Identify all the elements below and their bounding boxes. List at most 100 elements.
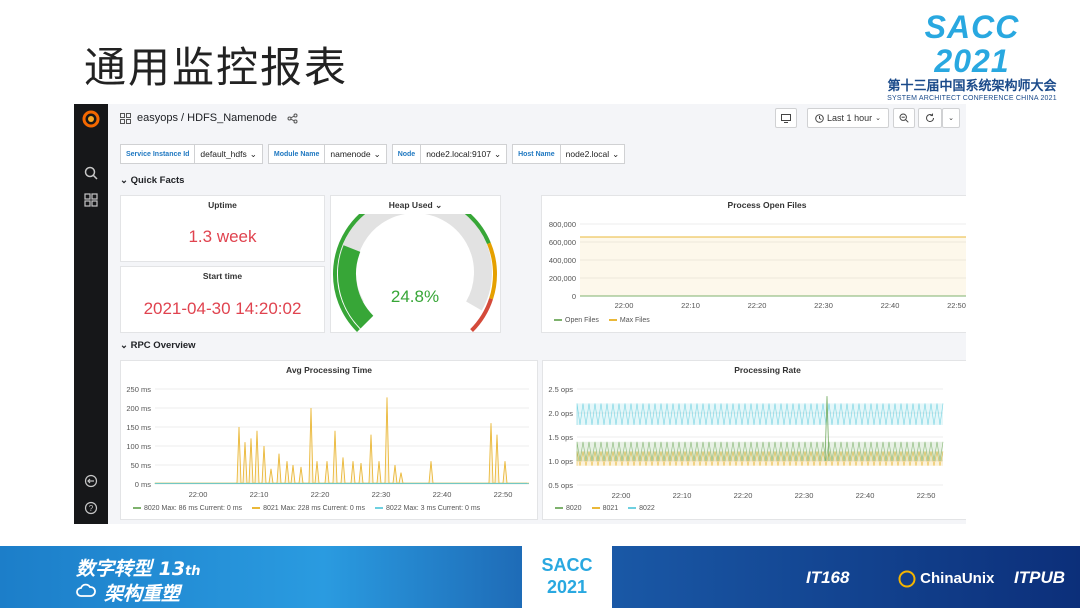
legend-item[interactable]: Max Files <box>608 317 650 324</box>
panel-title: Process Open Files <box>727 200 807 210</box>
variable-host-name[interactable]: Host Name node2.local ⌄ <box>512 144 626 164</box>
sponsor-chinaunix: ChinaUnix <box>898 570 994 588</box>
grafana-main: easyops / HDFS_Namenode Last 1 hour ⌄ ⌄ … <box>108 104 966 524</box>
row-quick-facts[interactable]: ⌄ Quick Facts <box>120 175 184 186</box>
legend-label: Open Files <box>565 317 599 324</box>
time-range-picker[interactable]: Last 1 hour ⌄ <box>807 108 889 128</box>
sponsor-it168: IT168 <box>806 568 850 587</box>
template-variables: Service Instance Id default_hdfs ⌄ Module… <box>120 144 630 164</box>
monitor-icon <box>781 113 791 123</box>
y-tick-label: 0.5 ops <box>548 481 573 490</box>
y-tick-label: 100 ms <box>126 442 151 451</box>
chevron-down-icon: ⌄ <box>948 115 954 122</box>
legend-label: 8022 <box>639 505 655 512</box>
legend-item[interactable]: 8021 Max: 228 ms Current: 0 ms <box>252 505 365 512</box>
panel-heap-used[interactable]: Heap Used ⌄ 24.8% <box>330 195 501 333</box>
sign-in-icon[interactable] <box>83 474 99 490</box>
legend-item[interactable]: 8022 Max: 3 ms Current: 0 ms <box>375 505 480 512</box>
chevron-down-icon: ⌄ <box>120 175 128 186</box>
panel-title: Uptime <box>208 200 237 210</box>
chinaunix-logo-icon <box>898 570 916 588</box>
grafana-logo-icon[interactable] <box>81 109 101 129</box>
open-files-legend: Open Files Max Files <box>554 317 650 324</box>
dashboard-grid-icon <box>120 112 131 124</box>
row-rpc-overview[interactable]: ⌄ RPC Overview <box>120 340 196 351</box>
legend-label: Max Files <box>619 317 650 324</box>
x-tick-label: 22:10 <box>673 491 692 500</box>
cloud-icon <box>76 583 96 597</box>
x-tick-label: 22:50 <box>917 491 936 500</box>
refresh-interval-dropdown[interactable]: ⌄ <box>942 108 960 128</box>
tv-mode-button[interactable] <box>775 108 797 128</box>
panel-processing-rate[interactable]: Processing Rate 2.5 ops 2.0 ops 1.5 ops 1.0… <box>542 360 966 520</box>
dashboards-icon[interactable] <box>83 193 99 209</box>
zoom-out-button[interactable] <box>893 108 915 128</box>
x-tick-label: 22:00 <box>615 301 634 310</box>
refresh-icon <box>926 113 935 123</box>
x-tick-label: 22:30 <box>814 301 833 310</box>
y-tick-label: 50 ms <box>131 461 152 470</box>
variable-select[interactable]: default_hdfs ⌄ <box>195 144 263 164</box>
sponsor-chinaunix-text: ChinaUnix <box>920 570 995 587</box>
variable-label: Module Name <box>267 144 326 164</box>
x-tick-label: 22:20 <box>311 490 330 499</box>
sacc-logo-line-1: SACC <box>541 555 593 575</box>
panel-uptime[interactable]: Uptime 1.3 week <box>120 195 325 262</box>
legend-label: 8020 <box>144 505 160 512</box>
y-tick-label: 2.5 ops <box>548 385 573 394</box>
panel-title-text: Heap Used <box>388 200 433 210</box>
variable-node[interactable]: Node node2.local:9107 ⌄ <box>391 144 508 164</box>
panel-avg-processing[interactable]: Avg Processing Time 250 ms 200 ms 150 ms 10… <box>120 360 538 520</box>
x-tick-label: 22:50 <box>947 301 966 310</box>
x-tick-label: 22:20 <box>734 491 753 500</box>
variable-select[interactable]: node2.local ⌄ <box>560 144 626 164</box>
variable-service-instance[interactable]: Service Instance Id default_hdfs ⌄ <box>120 144 263 164</box>
legend-stats: Max: 3 ms Current: 0 ms <box>403 505 481 512</box>
legend-stats: Max: 228 ms Current: 0 ms <box>280 505 366 512</box>
variable-module-name[interactable]: Module Name namenode ⌄ <box>267 144 387 164</box>
x-tick-label: 22:00 <box>189 490 208 499</box>
breadcrumb[interactable]: easyops / HDFS_Namenode <box>120 112 298 124</box>
variable-value: namenode <box>330 149 371 159</box>
legend-item[interactable]: 8022 <box>628 505 655 512</box>
x-tick-label: 22:00 <box>612 491 631 500</box>
variable-value: node2.local:9107 <box>426 149 491 159</box>
chevron-down-icon: ⌄ <box>493 148 502 159</box>
processing-rate-legend: 8020 8021 8022 <box>555 505 655 512</box>
breadcrumb-text[interactable]: easyops / HDFS_Namenode <box>137 112 277 124</box>
y-tick-label: 1.0 ops <box>548 457 573 466</box>
panel-title: Heap Used ⌄ <box>331 200 500 211</box>
legend-item[interactable]: 8020 Max: 86 ms Current: 0 ms <box>133 505 242 512</box>
refresh-button[interactable] <box>918 108 942 128</box>
x-tick-label: 22:40 <box>881 301 900 310</box>
logo-subtitle-cn: 第十三届中国系统架构师大会 <box>887 78 1057 93</box>
time-range-label: Last 1 hour <box>827 113 873 123</box>
y-tick-label: 800,000 <box>549 220 576 229</box>
variable-select[interactable]: node2.local:9107 ⌄ <box>421 144 508 164</box>
zoom-out-icon <box>899 113 909 123</box>
search-icon[interactable] <box>83 166 99 182</box>
stat-value: 1.3 week <box>188 227 257 246</box>
banner-slogan-1: 数字转型 13th <box>76 554 201 581</box>
x-tick-label: 22:50 <box>494 490 513 499</box>
legend-stats: Max: 86 ms Current: 0 ms <box>161 505 243 512</box>
series-band <box>577 441 943 461</box>
panel-open-files[interactable]: Process Open Files 800,000 600,000 400,000… <box>541 195 966 333</box>
y-tick-label: 250 ms <box>126 385 151 394</box>
legend-item[interactable]: Open Files <box>554 317 599 324</box>
variable-select[interactable]: namenode ⌄ <box>325 144 387 164</box>
panel-title: Avg Processing Time <box>286 365 372 375</box>
y-tick-label: 0 ms <box>135 480 152 489</box>
avg-processing-chart: 250 ms 200 ms 150 ms 100 ms 50 ms 0 ms 22:00 22… <box>126 385 529 499</box>
share-icon[interactable] <box>287 113 298 124</box>
y-tick-label: 200,000 <box>549 274 576 283</box>
legend-item[interactable]: 8020 <box>555 505 582 512</box>
help-icon[interactable]: ? <box>83 501 99 517</box>
panel-start-time[interactable]: Start time 2021-04-30 14:20:02 <box>120 266 325 333</box>
panel-title: Processing Rate <box>734 365 801 375</box>
logo-text: SACC 2021 <box>924 9 1020 79</box>
open-files-chart: 800,000 600,000 400,000 200,000 0 22:00 22:10 2… <box>549 220 966 310</box>
y-tick-label: 600,000 <box>549 238 576 247</box>
legend-item[interactable]: 8021 <box>591 505 618 512</box>
y-tick-label: 400,000 <box>549 256 576 265</box>
